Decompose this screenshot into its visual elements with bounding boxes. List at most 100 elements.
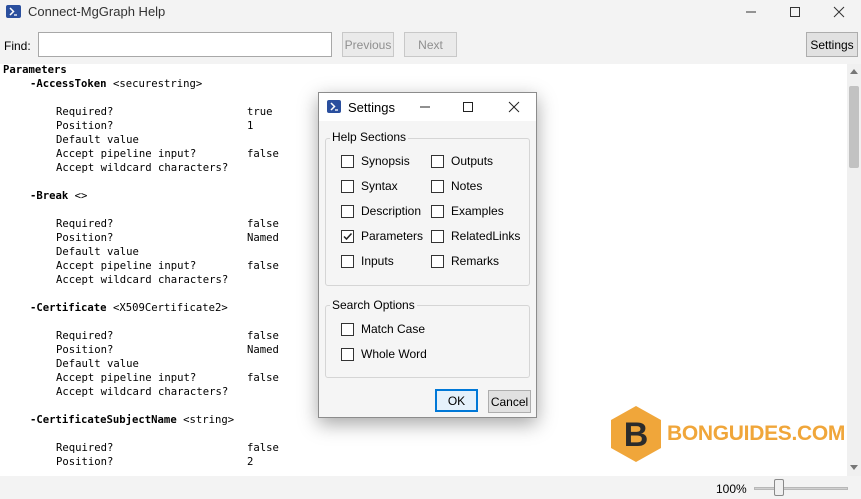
checkbox-label: Syntax xyxy=(361,179,398,193)
powershell-icon xyxy=(6,5,21,18)
close-button[interactable] xyxy=(817,0,861,24)
checkbox-unchecked-icon[interactable] xyxy=(341,347,354,361)
scroll-down-icon[interactable] xyxy=(850,465,858,470)
dialog-minimize-button[interactable] xyxy=(407,93,443,121)
checkbox-unchecked-icon[interactable] xyxy=(341,254,354,268)
property-label: Accept pipeline input? xyxy=(56,260,197,272)
property-label: Required? xyxy=(56,330,114,342)
property-label: Accept pipeline input? xyxy=(56,372,197,384)
zoom-level: 100% xyxy=(716,482,747,496)
checkbox-label: Description xyxy=(361,204,422,218)
checkbox-unchecked-icon[interactable] xyxy=(431,154,444,168)
parameter-header: -AccessToken <securestring> xyxy=(30,78,202,90)
settings-dialog: Settings Help Sections Synopsis Outputs Sy… xyxy=(318,92,537,418)
checkbox-unchecked-icon[interactable] xyxy=(341,204,354,218)
settings-button[interactable]: Settings xyxy=(806,32,858,57)
parameter-type: <X509Certificate2> xyxy=(112,302,228,314)
property-label: Position? xyxy=(56,456,114,468)
checkbox-checked-icon[interactable] xyxy=(341,229,354,243)
next-button[interactable]: Next xyxy=(404,32,457,57)
zoom-slider-thumb[interactable] xyxy=(774,479,785,496)
checkbox-unchecked-icon[interactable] xyxy=(341,322,354,336)
property-value: true xyxy=(247,106,273,118)
checkbox-parameters[interactable]: Parameters xyxy=(341,229,423,243)
dialog-maximize-button[interactable] xyxy=(450,93,486,121)
zoom-slider-track[interactable] xyxy=(754,487,848,490)
checkbox-examples[interactable]: Examples xyxy=(431,204,504,218)
dialog-title: Settings xyxy=(348,100,395,115)
parameter-type: <> xyxy=(74,190,88,202)
checkbox-notes[interactable]: Notes xyxy=(431,179,482,193)
checkbox-unchecked-icon[interactable] xyxy=(431,179,444,193)
watermark-letter: B xyxy=(624,416,649,454)
property-value: false xyxy=(247,260,279,272)
parameter-name: -AccessToken xyxy=(30,78,107,90)
find-input[interactable] xyxy=(38,32,332,57)
cancel-button[interactable]: Cancel xyxy=(488,390,531,413)
property-value: false xyxy=(247,372,279,384)
title-bar: Connect-MgGraph Help xyxy=(0,0,861,24)
help-sections-label: Help Sections xyxy=(330,130,409,144)
checkbox-label: Outputs xyxy=(451,154,494,168)
checkbox-unchecked-icon[interactable] xyxy=(431,254,444,268)
checkbox-label: Synopsis xyxy=(361,154,410,168)
dialog-close-button[interactable] xyxy=(496,93,532,121)
checkbox-label: Notes xyxy=(451,179,483,193)
checkbox-synopsis[interactable]: Synopsis xyxy=(341,154,410,168)
property-value: false xyxy=(247,330,279,342)
close-icon xyxy=(833,6,845,18)
parameter-type: <securestring> xyxy=(112,78,203,90)
checkbox-unchecked-icon[interactable] xyxy=(431,229,444,243)
checkbox-unchecked-icon[interactable] xyxy=(431,204,444,218)
window-title: Connect-MgGraph Help xyxy=(28,4,166,19)
property-value: false xyxy=(247,218,279,230)
minimize-icon xyxy=(746,11,756,13)
status-bar: 100% xyxy=(0,476,861,499)
maximize-button[interactable] xyxy=(773,0,817,24)
checkbox-syntax[interactable]: Syntax xyxy=(341,179,398,193)
previous-button[interactable]: Previous xyxy=(342,32,394,57)
checkbox-relatedlinks[interactable]: RelatedLinks xyxy=(431,229,520,243)
close-icon xyxy=(508,101,520,113)
scroll-up-icon[interactable] xyxy=(850,69,858,74)
checkbox-whole-word[interactable]: Whole Word xyxy=(341,347,427,361)
property-label: Default value xyxy=(56,134,139,146)
property-value: false xyxy=(247,148,279,160)
checkbox-description[interactable]: Description xyxy=(341,204,421,218)
parameter-name: -CertificateSubjectName xyxy=(30,414,177,426)
checkbox-label: Inputs xyxy=(361,254,394,268)
property-label: Required? xyxy=(56,442,114,454)
find-toolbar: Find: Previous Next Settings xyxy=(0,24,861,64)
checkbox-unchecked-icon[interactable] xyxy=(341,179,354,193)
checkbox-remarks[interactable]: Remarks xyxy=(431,254,499,268)
vertical-scrollbar[interactable] xyxy=(847,64,861,476)
property-label: Required? xyxy=(56,106,114,118)
checkbox-unchecked-icon[interactable] xyxy=(341,154,354,168)
property-label: Required? xyxy=(56,218,114,230)
checkbox-label: Whole Word xyxy=(361,347,427,361)
property-label: Accept wildcard characters? xyxy=(56,162,229,174)
parameter-header: -Certificate <X509Certificate2> xyxy=(30,302,228,314)
checkbox-outputs[interactable]: Outputs xyxy=(431,154,493,168)
checkbox-match-case[interactable]: Match Case xyxy=(341,322,425,336)
property-label: Position? xyxy=(56,344,114,356)
parameter-header: -Break <> xyxy=(30,190,87,202)
property-value: 2 xyxy=(247,456,254,468)
maximize-icon xyxy=(790,7,800,17)
property-label: Accept wildcard characters? xyxy=(56,274,229,286)
checkbox-inputs[interactable]: Inputs xyxy=(341,254,394,268)
property-value: 1 xyxy=(247,120,254,132)
property-value: Named xyxy=(247,232,279,244)
checkbox-label: Examples xyxy=(451,204,504,218)
parameter-type: <string> xyxy=(183,414,235,426)
dialog-title-bar: Settings xyxy=(319,93,536,121)
property-value: Named xyxy=(247,344,279,356)
minimize-button[interactable] xyxy=(729,0,773,24)
checkbox-label: Parameters xyxy=(361,229,424,243)
watermark-text: BONGUIDES.COM xyxy=(667,422,846,445)
parameter-name: -Break xyxy=(30,190,69,202)
minimize-icon xyxy=(420,106,430,108)
ok-button[interactable]: OK xyxy=(435,389,478,412)
scroll-thumb[interactable] xyxy=(849,86,859,168)
property-label: Accept wildcard characters? xyxy=(56,386,229,398)
